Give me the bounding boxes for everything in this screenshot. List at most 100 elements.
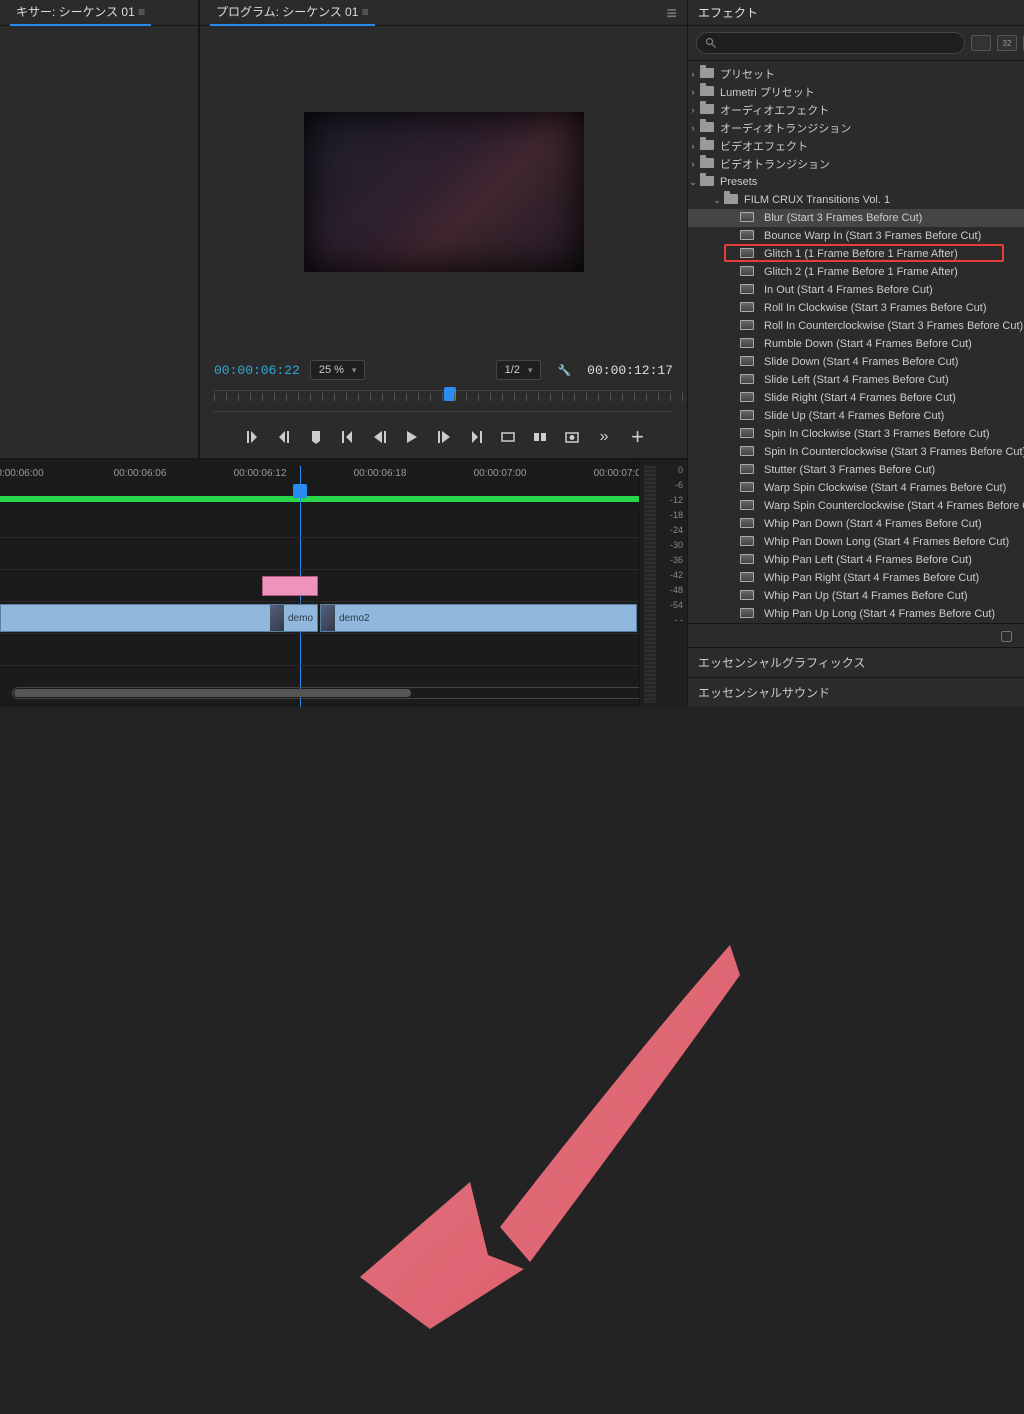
- preset-item[interactable]: Slide Up (Start 4 Frames Before Cut): [688, 407, 1024, 425]
- meter-label: -30: [670, 541, 683, 550]
- work-area-bar[interactable]: [0, 496, 675, 502]
- preset-item[interactable]: Warp Spin Counterclockwise (Start 4 Fram…: [688, 497, 1024, 515]
- clip-label: demo: [288, 613, 313, 624]
- preset-item[interactable]: Glitch 1 (1 Frame Before 1 Frame After): [688, 245, 1024, 263]
- program-monitor-panel: プログラム: シーケンス 01 ≡ ≡ 00:00:06:22 25 %▾ 1/…: [200, 0, 687, 458]
- ruler-label: 00:00:06:12: [234, 468, 287, 479]
- effect-marker[interactable]: [262, 576, 318, 596]
- ruler-label: 00:00:06:06: [114, 468, 167, 479]
- video-track-1[interactable]: demo demo2: [0, 602, 687, 634]
- program-tab[interactable]: プログラム: シーケンス 01 ≡: [210, 0, 375, 26]
- marker-icon[interactable]: [307, 428, 325, 446]
- step-back-icon[interactable]: [371, 428, 389, 446]
- preset-item[interactable]: In Out (Start 4 Frames Before Cut): [688, 281, 1024, 299]
- meter-label: -18: [670, 511, 683, 520]
- preset-item[interactable]: Whip Pan Down (Start 4 Frames Before Cut…: [688, 515, 1024, 533]
- folder-オーディオエフェクト[interactable]: ›オーディオエフェクト: [688, 101, 1024, 119]
- folder-Lumetri プリセット[interactable]: ›Lumetri プリセット: [688, 83, 1024, 101]
- preset-item[interactable]: Bounce Warp In (Start 3 Frames Before Cu…: [688, 227, 1024, 245]
- program-ruler[interactable]: [214, 390, 673, 412]
- timeline-tracks[interactable]: demo demo2: [0, 506, 687, 706]
- annotation-arrow: [0, 707, 1024, 1414]
- program-video[interactable]: [304, 112, 584, 272]
- current-timecode[interactable]: 00:00:06:22: [214, 363, 300, 378]
- play-icon[interactable]: [403, 428, 421, 446]
- meter-label: -12: [670, 496, 683, 505]
- effects-panel-title: エフェクト: [698, 4, 758, 21]
- meter-label: -36: [670, 556, 683, 565]
- effects-search-input[interactable]: [696, 32, 965, 54]
- meter-label: -54: [670, 601, 683, 610]
- folder-presets[interactable]: ⌄Presets: [688, 173, 1024, 191]
- meter-label: -42: [670, 571, 683, 580]
- mark-in-icon[interactable]: [243, 428, 261, 446]
- preset-item[interactable]: Spin In Counterclockwise (Start 3 Frames…: [688, 443, 1024, 461]
- mixer-tab[interactable]: キサー: シーケンス 01 ≡: [10, 0, 151, 26]
- folder-ビデオエフェクト[interactable]: ›ビデオエフェクト: [688, 137, 1024, 155]
- preset-item[interactable]: Whip Pan Left (Start 4 Frames Before Cut…: [688, 551, 1024, 569]
- timeline-ruler[interactable]: 0:00:06:00 00:00:06:06 00:00:06:12 00:00:06…: [0, 466, 687, 506]
- program-tab-label: プログラム: シーケンス 01: [216, 5, 358, 19]
- export-frame-icon[interactable]: [563, 428, 581, 446]
- panel-menu-icon[interactable]: ≡: [666, 8, 677, 18]
- meter-label: - -: [675, 616, 684, 625]
- clip-thumb: [321, 605, 335, 631]
- preset-item[interactable]: Rumble Down (Start 4 Frames Before Cut): [688, 335, 1024, 353]
- meter-label: -48: [670, 586, 683, 595]
- clip-label: demo2: [339, 613, 370, 624]
- preset-item[interactable]: Whip Pan Up (Start 4 Frames Before Cut): [688, 587, 1024, 605]
- timeline-scrollbar[interactable]: [12, 687, 675, 699]
- preset-item[interactable]: Roll In Counterclockwise (Start 3 Frames…: [688, 317, 1024, 335]
- ruler-label: 00:00:06:18: [354, 468, 407, 479]
- mixer-tab-label: キサー: シーケンス 01: [16, 5, 135, 19]
- preset-item[interactable]: Slide Right (Start 4 Frames Before Cut): [688, 389, 1024, 407]
- meter-label: -24: [670, 526, 683, 535]
- mark-out-icon[interactable]: [275, 428, 293, 446]
- clip-demo[interactable]: demo: [0, 604, 318, 632]
- zoom-select[interactable]: 25 %▾: [310, 360, 366, 380]
- preset-item[interactable]: Spin In Clockwise (Start 3 Frames Before…: [688, 425, 1024, 443]
- add-button-icon[interactable]: +: [631, 424, 644, 450]
- video-track-2[interactable]: [0, 570, 687, 602]
- step-fwd-icon[interactable]: [435, 428, 453, 446]
- preset-item[interactable]: Slide Down (Start 4 Frames Before Cut): [688, 353, 1024, 371]
- preset-item[interactable]: Warp Spin Clockwise (Start 4 Frames Befo…: [688, 479, 1024, 497]
- effects-tree[interactable]: ›プリセット›Lumetri プリセット›オーディオエフェクト›オーディオトラン…: [688, 61, 1024, 623]
- preset-item[interactable]: Glitch 2 (1 Frame Before 1 Frame After): [688, 263, 1024, 281]
- transport-bar: » +: [200, 416, 687, 458]
- resolution-select[interactable]: 1/2▾: [496, 360, 542, 380]
- folder-filmcrux[interactable]: ⌄FILM CRUX Transitions Vol. 1: [688, 191, 1024, 209]
- go-to-out-icon[interactable]: [467, 428, 485, 446]
- meter-label: 0: [678, 466, 683, 475]
- new-bin-icon[interactable]: ▢: [1000, 627, 1013, 644]
- audio-meter: 0 -6 -12 -18 -24 -30 -36 -42 -48 -54 - -: [639, 460, 687, 707]
- wrench-icon[interactable]: 🔧: [557, 364, 571, 377]
- folder-プリセット[interactable]: ›プリセット: [688, 65, 1024, 83]
- preset-item[interactable]: Stutter (Start 3 Frames Before Cut): [688, 461, 1024, 479]
- duration-timecode: 00:00:12:17: [587, 363, 673, 378]
- essential-sound-panel[interactable]: エッセンシャルサウンド: [688, 677, 1024, 707]
- preset-item[interactable]: Whip Pan Down Long (Start 4 Frames Befor…: [688, 533, 1024, 551]
- preset-item[interactable]: Whip Pan Right (Start 4 Frames Before Cu…: [688, 569, 1024, 587]
- 32bit-badge[interactable]: 32: [997, 35, 1017, 51]
- preset-item[interactable]: Roll In Clockwise (Start 3 Frames Before…: [688, 299, 1024, 317]
- go-to-in-icon[interactable]: [339, 428, 357, 446]
- ruler-label: 00:00:07:00: [474, 468, 527, 479]
- preset-item[interactable]: Whip Pan Up Long (Start 4 Frames Before …: [688, 605, 1024, 623]
- lift-icon[interactable]: [499, 428, 517, 446]
- essential-graphics-panel[interactable]: エッセンシャルグラフィックス: [688, 647, 1024, 677]
- more-icon[interactable]: »: [595, 428, 613, 446]
- accel-badge[interactable]: [971, 35, 991, 51]
- effects-panel: エフェクト ≡ 32 YUV ›プリセット›Lumetri プリセット›オーディ…: [688, 0, 1024, 707]
- folder-オーディオトランジション[interactable]: ›オーディオトランジション: [688, 119, 1024, 137]
- clip-demo2[interactable]: demo2: [320, 604, 637, 632]
- timeline-panel: 0:00:06:00 00:00:06:06 00:00:06:12 00:00:06…: [0, 460, 687, 707]
- preset-item[interactable]: Blur (Start 3 Frames Before Cut): [688, 209, 1024, 227]
- clip-thumb: [270, 605, 284, 631]
- folder-ビデオトランジション[interactable]: ›ビデオトランジション: [688, 155, 1024, 173]
- meter-label: -6: [675, 481, 683, 490]
- ruler-label: 0:00:06:00: [0, 468, 44, 479]
- search-icon: [705, 37, 717, 49]
- extract-icon[interactable]: [531, 428, 549, 446]
- preset-item[interactable]: Slide Left (Start 4 Frames Before Cut): [688, 371, 1024, 389]
